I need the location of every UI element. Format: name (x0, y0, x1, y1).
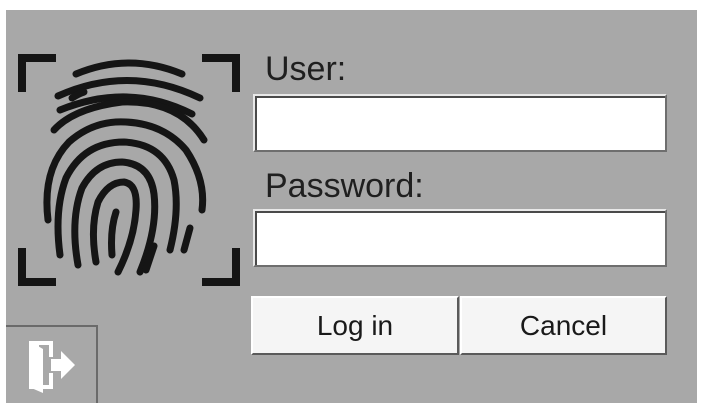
fingerprint-icon (18, 54, 240, 286)
scanner-corner-top-right (202, 54, 240, 92)
password-field-frame (253, 209, 667, 267)
cancel-button[interactable]: Cancel (460, 296, 667, 355)
user-input[interactable] (255, 96, 665, 150)
exit-button[interactable] (6, 325, 98, 403)
password-input[interactable] (255, 211, 665, 265)
scanner-corner-bottom-right (202, 248, 240, 286)
password-label: Password: (265, 167, 424, 205)
user-field-frame (253, 94, 667, 152)
login-button[interactable]: Log in (251, 296, 459, 355)
scanner-corner-bottom-left (18, 248, 56, 286)
scanner-corner-top-left (18, 54, 56, 92)
exit-door-icon (29, 341, 75, 393)
user-label: User: (265, 50, 347, 88)
